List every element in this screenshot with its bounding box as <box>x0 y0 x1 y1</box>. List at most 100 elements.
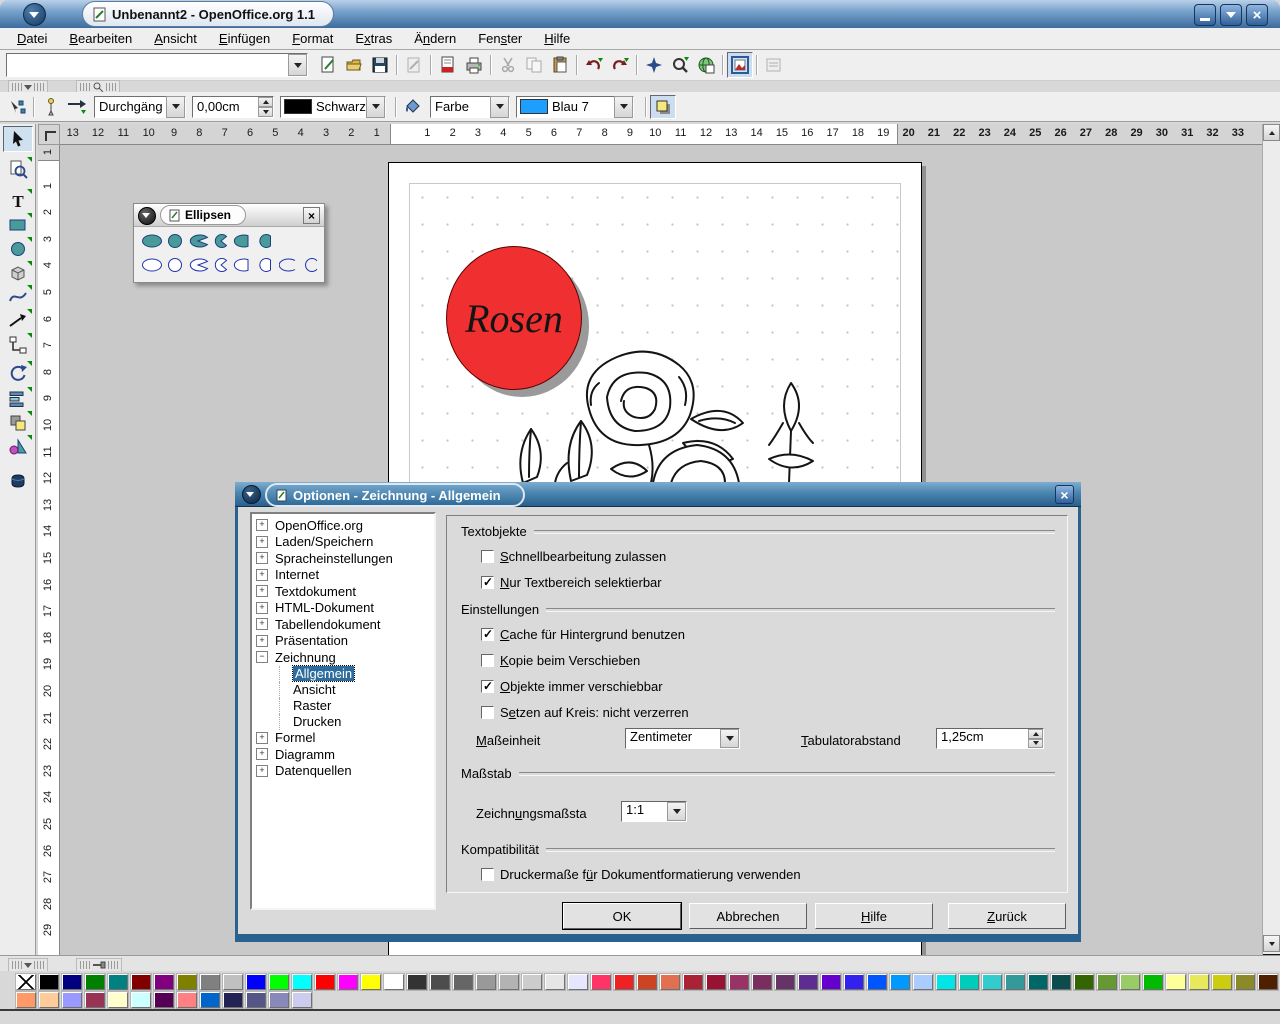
ellipse-pie-outline-tool[interactable] <box>186 254 209 275</box>
circle-pie-tool[interactable] <box>209 230 232 251</box>
select-tool-button[interactable] <box>3 126 33 152</box>
circle-pie-outline-tool[interactable] <box>209 254 232 275</box>
abbrechen-button[interactable]: Abbrechen <box>689 903 807 929</box>
tree-expander-icon[interactable]: + <box>256 748 268 760</box>
tree-item-textdokument[interactable]: +Textdokument <box>256 583 434 599</box>
save-button[interactable] <box>367 52 393 78</box>
circle-outline-tool[interactable] <box>163 254 186 275</box>
tree-item-datenquellen[interactable]: +Datenquellen <box>256 763 434 779</box>
color-swatch[interactable] <box>660 974 680 990</box>
color-swatch[interactable] <box>729 974 749 990</box>
color-swatch[interactable] <box>522 974 542 990</box>
color-swatch[interactable] <box>453 974 473 990</box>
color-swatch[interactable] <box>706 974 726 990</box>
line-color-dropdown-button[interactable] <box>366 96 385 118</box>
color-swatch[interactable] <box>315 974 335 990</box>
tree-expander-icon[interactable]: + <box>256 765 268 777</box>
color-swatch[interactable] <box>752 974 772 990</box>
fill-type-select[interactable]: Farbe <box>430 96 510 118</box>
color-swatch[interactable] <box>867 974 887 990</box>
circle-tool[interactable] <box>163 230 186 251</box>
menu-format[interactable]: Format <box>281 29 344 48</box>
tree-expander-icon[interactable]: + <box>256 618 268 630</box>
line-style-select[interactable]: Durchgäng <box>94 96 186 118</box>
edit-file-button[interactable] <box>401 52 427 78</box>
color-swatch[interactable] <box>1074 974 1094 990</box>
url-input[interactable] <box>7 54 288 76</box>
color-swatch[interactable] <box>223 992 243 1008</box>
maximize-button[interactable] <box>1220 4 1242 26</box>
color-swatch[interactable] <box>39 974 59 990</box>
edit-points-button[interactable] <box>4 95 30 119</box>
redo-button[interactable] <box>607 52 633 78</box>
color-swatch[interactable] <box>614 974 634 990</box>
new-document-button[interactable] <box>315 52 341 78</box>
dialog-menu-button[interactable] <box>242 485 261 504</box>
ellipse-pie-tool[interactable] <box>186 230 209 251</box>
spin-down-button[interactable] <box>258 107 273 117</box>
color-swatch[interactable] <box>775 974 795 990</box>
window-menu-button[interactable] <box>23 3 46 26</box>
hilfe-button[interactable]: Hilfe <box>815 903 933 929</box>
paste-button[interactable] <box>547 52 573 78</box>
rectangle-tool-button[interactable] <box>3 212 33 238</box>
color-swatch[interactable] <box>1258 974 1278 990</box>
ellipsen-menu-button[interactable] <box>138 207 156 225</box>
fill-color-dropdown-button[interactable] <box>614 96 633 118</box>
menu-hilfe[interactable]: Hilfe <box>533 29 581 48</box>
color-swatch[interactable] <box>1235 974 1255 990</box>
ok-button[interactable]: OK <box>563 903 681 929</box>
color-swatch[interactable] <box>108 974 128 990</box>
color-swatch[interactable] <box>821 974 841 990</box>
line-color-select[interactable]: Schwarz <box>280 96 386 118</box>
color-swatch[interactable] <box>246 974 266 990</box>
color-swatch[interactable] <box>959 974 979 990</box>
arrange-tool-button[interactable] <box>3 410 33 436</box>
color-swatch[interactable] <box>361 974 381 990</box>
color-swatch[interactable] <box>39 992 59 1008</box>
spin-up-button[interactable] <box>1028 729 1043 739</box>
horizontal-ruler[interactable]: 1312111098765432112345678910111213141516… <box>60 124 1262 145</box>
dialog-titlebar[interactable]: Optionen - Zeichnung - Allgemein <box>235 482 1081 507</box>
vertical-ruler[interactable]: 1123456789101112131415161718192021222324… <box>38 145 60 955</box>
tree-item-diagramm[interactable]: +Diagramm <box>256 746 434 762</box>
url-combobox[interactable] <box>6 53 308 77</box>
tree-expander-icon[interactable]: − <box>256 651 268 663</box>
ruler-corner-tab-selector[interactable] <box>38 124 60 145</box>
tree-item-spracheinstellungen[interactable]: +Spracheinstellungen <box>256 550 434 566</box>
checkbox-objekte-verschiebbar[interactable] <box>481 680 494 693</box>
form-controls-button[interactable] <box>761 52 787 78</box>
checkbox-nur-textbereich[interactable] <box>481 576 494 589</box>
masseinheit-select[interactable]: Zentimeter <box>625 728 740 749</box>
tree-expander-icon[interactable]: + <box>256 552 268 564</box>
ellipse-tool-button[interactable] <box>3 236 33 262</box>
menu-bearbeiten[interactable]: Bearbeiten <box>58 29 143 48</box>
export-document-button[interactable] <box>435 52 461 78</box>
checkbox-setzen-kreis[interactable] <box>481 706 494 719</box>
color-swatch[interactable] <box>62 974 82 990</box>
color-swatch[interactable] <box>407 974 427 990</box>
undo-button[interactable] <box>581 52 607 78</box>
close-button[interactable] <box>1246 4 1268 26</box>
color-swatch[interactable] <box>890 974 910 990</box>
tree-expander-icon[interactable]: + <box>256 519 268 531</box>
tree-expander-icon[interactable]: + <box>256 635 268 647</box>
line-width-spin-buttons[interactable] <box>258 97 273 117</box>
color-swatch[interactable] <box>1166 974 1186 990</box>
fill-type-dropdown-button[interactable] <box>490 96 509 118</box>
color-swatch[interactable] <box>177 992 197 1008</box>
menu-datei[interactable]: Datei <box>6 29 58 48</box>
collapsed-toolbar-stub[interactable] <box>8 958 48 972</box>
3d-controller-tool-button[interactable] <box>3 468 33 494</box>
color-swatch[interactable] <box>798 974 818 990</box>
color-swatch[interactable] <box>1143 974 1163 990</box>
color-swatch[interactable] <box>338 974 358 990</box>
color-swatch[interactable] <box>62 992 82 1008</box>
fill-color-select[interactable]: Blau 7 <box>516 96 634 118</box>
color-swatch[interactable] <box>292 974 312 990</box>
checkbox-cache-hintergrund[interactable] <box>481 628 494 641</box>
cut-button[interactable] <box>495 52 521 78</box>
color-swatch[interactable] <box>591 974 611 990</box>
scroll-down-button[interactable] <box>1263 935 1280 952</box>
3d-objects-tool-button[interactable] <box>3 260 33 286</box>
